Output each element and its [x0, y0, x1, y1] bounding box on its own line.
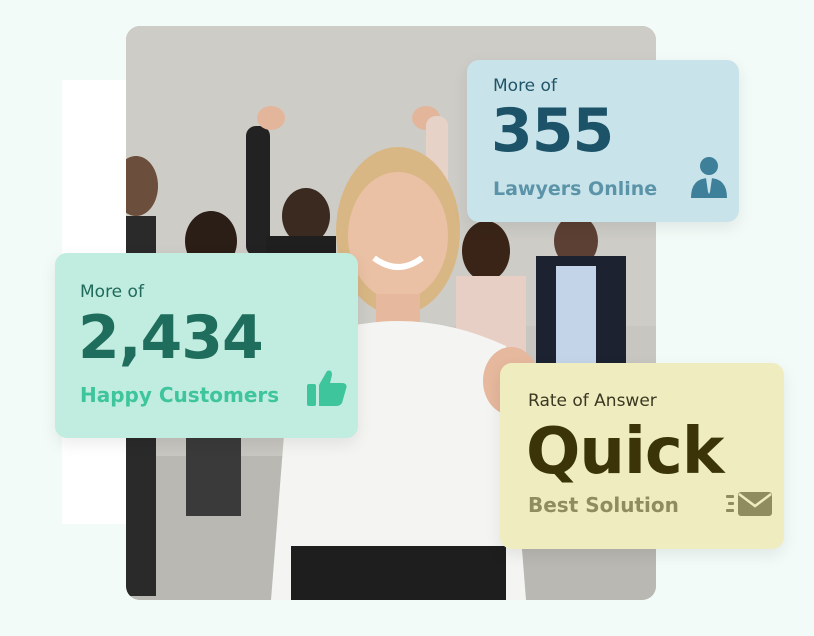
lawyers-caption: Lawyers Online: [493, 178, 658, 200]
answer-caption: Best Solution: [528, 493, 679, 517]
thumbs-up-icon: [305, 368, 349, 412]
rate-of-answer-card: Rate of Answer Quick Best Solution: [500, 363, 784, 549]
customers-caption: Happy Customers: [80, 383, 280, 407]
lawyers-count: 355: [491, 96, 614, 166]
happy-customers-card: More of 2,434 Happy Customers: [55, 253, 358, 438]
lawyer-icon: [689, 156, 729, 204]
lawyers-pre-label: More of: [493, 76, 557, 96]
customers-pre-label: More of: [80, 282, 144, 302]
email-fast-icon: [724, 489, 774, 523]
lawyers-online-card: More of 355 Lawyers Online: [467, 60, 739, 222]
customers-count: 2,434: [78, 303, 264, 373]
answer-pre-label: Rate of Answer: [528, 391, 657, 411]
answer-rate-value: Quick: [526, 415, 724, 489]
